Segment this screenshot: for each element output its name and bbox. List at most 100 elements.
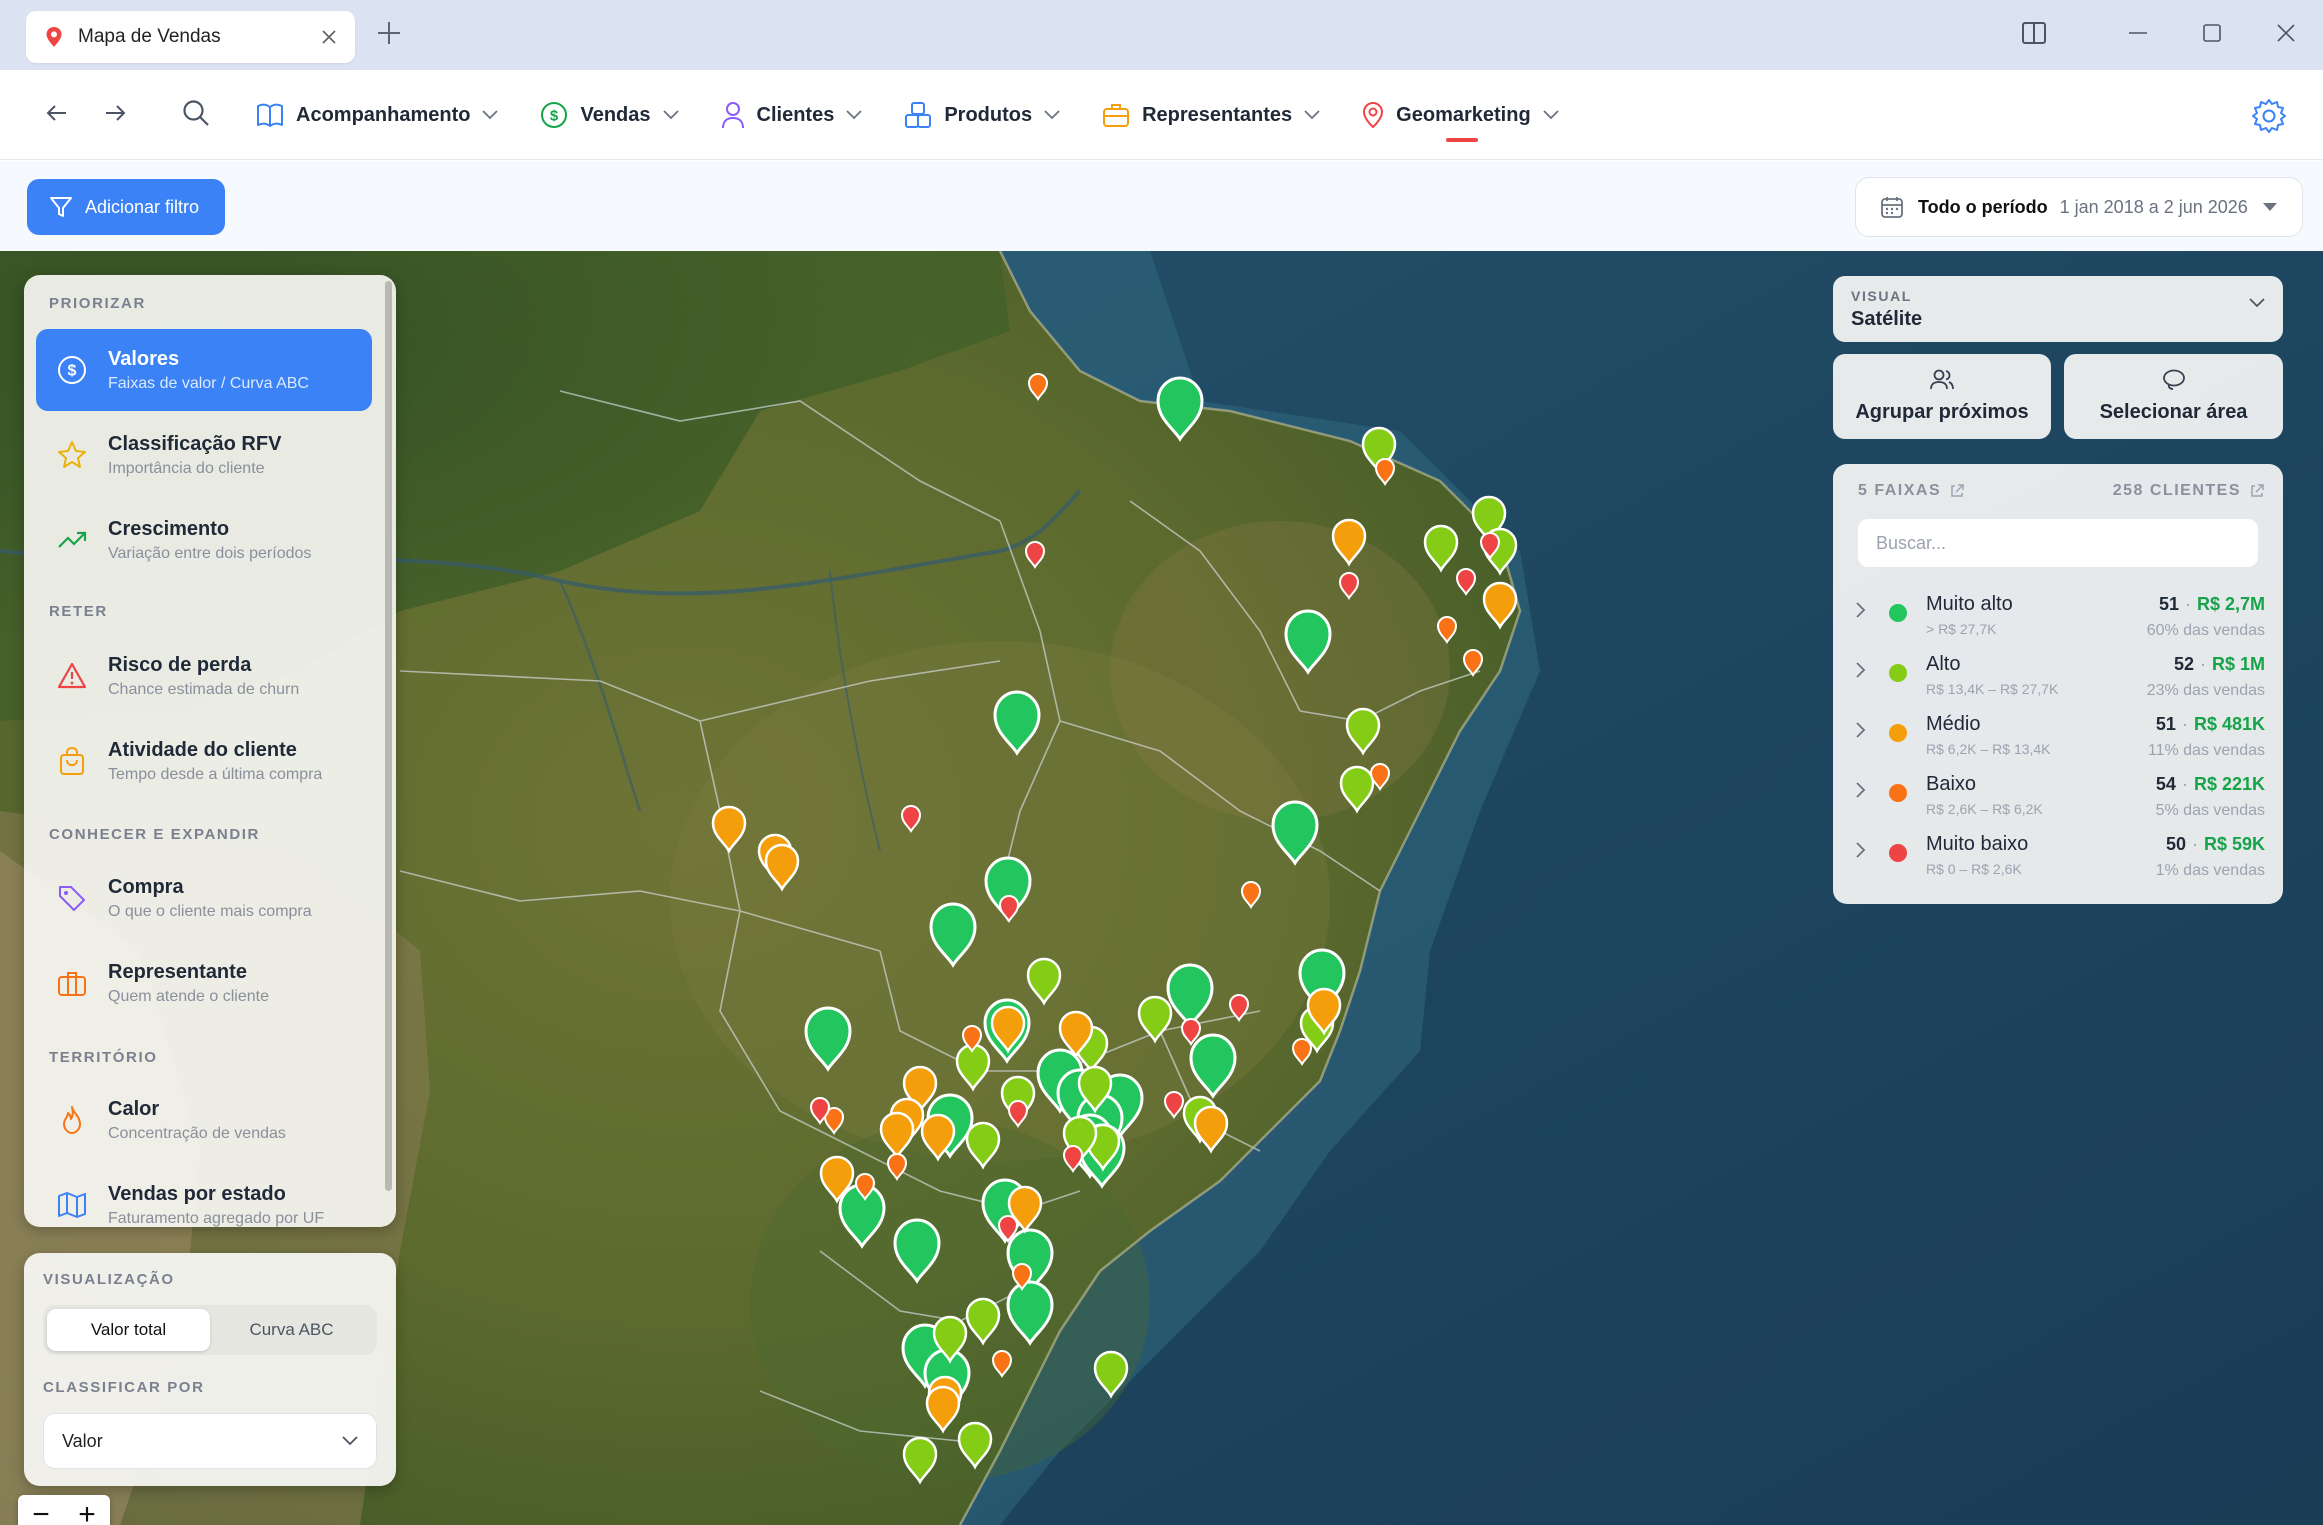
group-nearby-button[interactable]: Agrupar próximos (1833, 354, 2051, 439)
add-filter-button[interactable]: Adicionar filtro (27, 179, 225, 235)
map-pin[interactable] (887, 1153, 907, 1180)
menu-item-vendas-por-estado[interactable]: Vendas por estado Faturamento agregado p… (36, 1164, 372, 1227)
settings-gear-icon[interactable] (2251, 98, 2287, 139)
map-pin[interactable] (1028, 373, 1048, 400)
map-pin[interactable] (1137, 995, 1173, 1043)
menu-item-crescimento[interactable]: Crescimento Variação entre dois períodos (36, 499, 372, 581)
browser-tab[interactable]: Mapa de Vendas (26, 11, 355, 63)
map-pin[interactable] (1482, 581, 1518, 629)
map-pin[interactable] (1193, 1105, 1229, 1153)
map-pin[interactable] (965, 1297, 1001, 1345)
map-pin[interactable] (1229, 994, 1249, 1021)
map-pin[interactable] (1189, 1033, 1237, 1098)
map-pin[interactable] (1423, 524, 1459, 572)
nav-geomarketing[interactable]: Geomarketing (1362, 70, 1559, 160)
map-pin[interactable] (902, 1436, 938, 1484)
nav-clientes[interactable]: Clientes (721, 70, 863, 160)
map-pin[interactable] (965, 1121, 1001, 1169)
map-pin[interactable] (1093, 1350, 1129, 1398)
map-pin[interactable] (711, 805, 747, 853)
close-window-icon[interactable] (2249, 0, 2323, 66)
map-pin[interactable] (804, 1006, 852, 1071)
external-link-icon (1951, 484, 1964, 497)
menu-item-representante[interactable]: Representante Quem atende o cliente (36, 942, 372, 1024)
band-row-muito-alto[interactable]: Muito alto > R$ 27,7K 51 · R$ 2,7M 60% das… (1833, 588, 2283, 648)
menu-item-classificacao-rfv[interactable]: Classificação RFV Importância do cliente (36, 414, 372, 496)
band-row-muito-baixo[interactable]: Muito baixo R$ 0 – R$ 2,6K 50 · R$ 59K 1% … (1833, 828, 2283, 888)
new-tab-plus-icon[interactable] (376, 18, 402, 52)
minimize-icon[interactable] (2101, 0, 2175, 66)
band-row-baixo[interactable]: Baixo R$ 2,6K – R$ 6,2K 54 · R$ 221K 5% da… (1833, 768, 2283, 828)
map-pin[interactable] (879, 1111, 915, 1159)
map-pin[interactable] (1284, 609, 1332, 674)
select-area-button[interactable]: Selecionar área (2064, 354, 2283, 439)
map-pin[interactable] (925, 1385, 961, 1433)
toggle-curva-abc[interactable]: Curva ABC (210, 1309, 373, 1351)
forward-arrow-icon[interactable] (102, 100, 128, 131)
menu-item-valores[interactable]: $ Valores Faixas de valor / Curva ABC (36, 329, 372, 411)
band-row-medio[interactable]: Médio R$ 6,2K – R$ 13,4K 51 · R$ 481K 11% … (1833, 708, 2283, 768)
period-selector[interactable]: Todo o período 1 jan 2018 a 2 jun 2026 (1855, 177, 2303, 237)
map-pin[interactable] (1008, 1100, 1028, 1127)
map-pin[interactable] (1271, 800, 1319, 865)
map-pin[interactable] (957, 1421, 993, 1469)
close-tab-icon[interactable] (321, 29, 337, 45)
zoom-in-button[interactable]: + (64, 1495, 110, 1525)
map-pin[interactable] (1063, 1145, 1083, 1172)
map-pin[interactable] (1006, 1280, 1054, 1345)
menu-item-risco-de-perda[interactable]: Risco de perda Chance estimada de churn (36, 635, 372, 717)
map-pin[interactable] (1156, 376, 1204, 441)
main-menu: Acompanhamento $ Vendas Clientes Produto… (256, 70, 1601, 160)
bands-count[interactable]: 5 FAIXAS (1858, 482, 1965, 500)
search-icon[interactable] (181, 98, 211, 133)
map-pin[interactable] (992, 1350, 1012, 1377)
map-pin[interactable] (1375, 458, 1395, 485)
map-pin[interactable] (1241, 881, 1261, 908)
menu-item-calor[interactable]: Calor Concentração de vendas (36, 1079, 372, 1161)
clients-count[interactable]: 258 CLIENTES (2113, 482, 2265, 500)
map-pin[interactable] (1026, 957, 1062, 1005)
briefcase-icon (56, 967, 88, 999)
visual-style-select[interactable]: VISUAL Satélite (1833, 276, 2283, 342)
map-pin[interactable] (1025, 541, 1045, 568)
menu-item-subtitle: Quem atende o cliente (108, 987, 269, 1005)
menu-item-subtitle: Chance estimada de churn (108, 680, 300, 698)
map-pin[interactable] (764, 843, 800, 891)
map-pin[interactable] (1292, 1038, 1312, 1065)
nav-acompanhamento[interactable]: Acompanhamento (256, 70, 499, 160)
maximize-icon[interactable] (2175, 0, 2249, 66)
nav-representantes[interactable]: Representantes (1102, 70, 1320, 160)
map-pin[interactable] (1166, 963, 1214, 1028)
zoom-out-button[interactable]: − (18, 1495, 64, 1525)
menu-item-compra[interactable]: Compra O que o cliente mais compra (36, 857, 372, 939)
map-pin[interactable] (1463, 649, 1483, 676)
menu-item-subtitle: Concentração de vendas (108, 1124, 286, 1142)
split-view-icon[interactable] (1997, 0, 2071, 66)
map-pin[interactable] (999, 895, 1019, 922)
map-pin[interactable] (893, 1218, 941, 1283)
panel-scrollbar[interactable] (385, 281, 392, 1191)
map-pin[interactable] (1339, 572, 1359, 599)
map-pin[interactable] (1339, 765, 1375, 813)
sort-select[interactable]: Valor (43, 1413, 377, 1469)
nav-produtos[interactable]: Produtos (904, 70, 1060, 160)
toggle-valor-total[interactable]: Valor total (47, 1309, 210, 1351)
map-pin[interactable] (993, 690, 1041, 755)
map-pin[interactable] (955, 1043, 991, 1091)
map-pin[interactable] (1456, 568, 1476, 595)
band-count: 52 (2173, 654, 2194, 674)
back-arrow-icon[interactable] (44, 100, 70, 131)
map-icon (56, 1189, 88, 1221)
map-pin[interactable] (1331, 518, 1367, 566)
map-pin[interactable] (1345, 707, 1381, 755)
nav-vendas[interactable]: $ Vendas (540, 70, 679, 160)
map-pin[interactable] (1164, 1091, 1184, 1118)
map-pin[interactable] (901, 805, 921, 832)
map-pin[interactable] (1437, 616, 1457, 643)
band-row-alto[interactable]: Alto R$ 13,4K – R$ 27,7K 52 · R$ 1M 23% da… (1833, 648, 2283, 708)
menu-item-subtitle: O que o cliente mais compra (108, 902, 312, 920)
map-pin[interactable] (929, 902, 977, 967)
band-color-dot (1889, 664, 1907, 682)
menu-item-atividade-do-cliente[interactable]: Atividade do cliente Tempo desde a últim… (36, 720, 372, 802)
search-input[interactable]: Buscar... (1858, 519, 2258, 567)
